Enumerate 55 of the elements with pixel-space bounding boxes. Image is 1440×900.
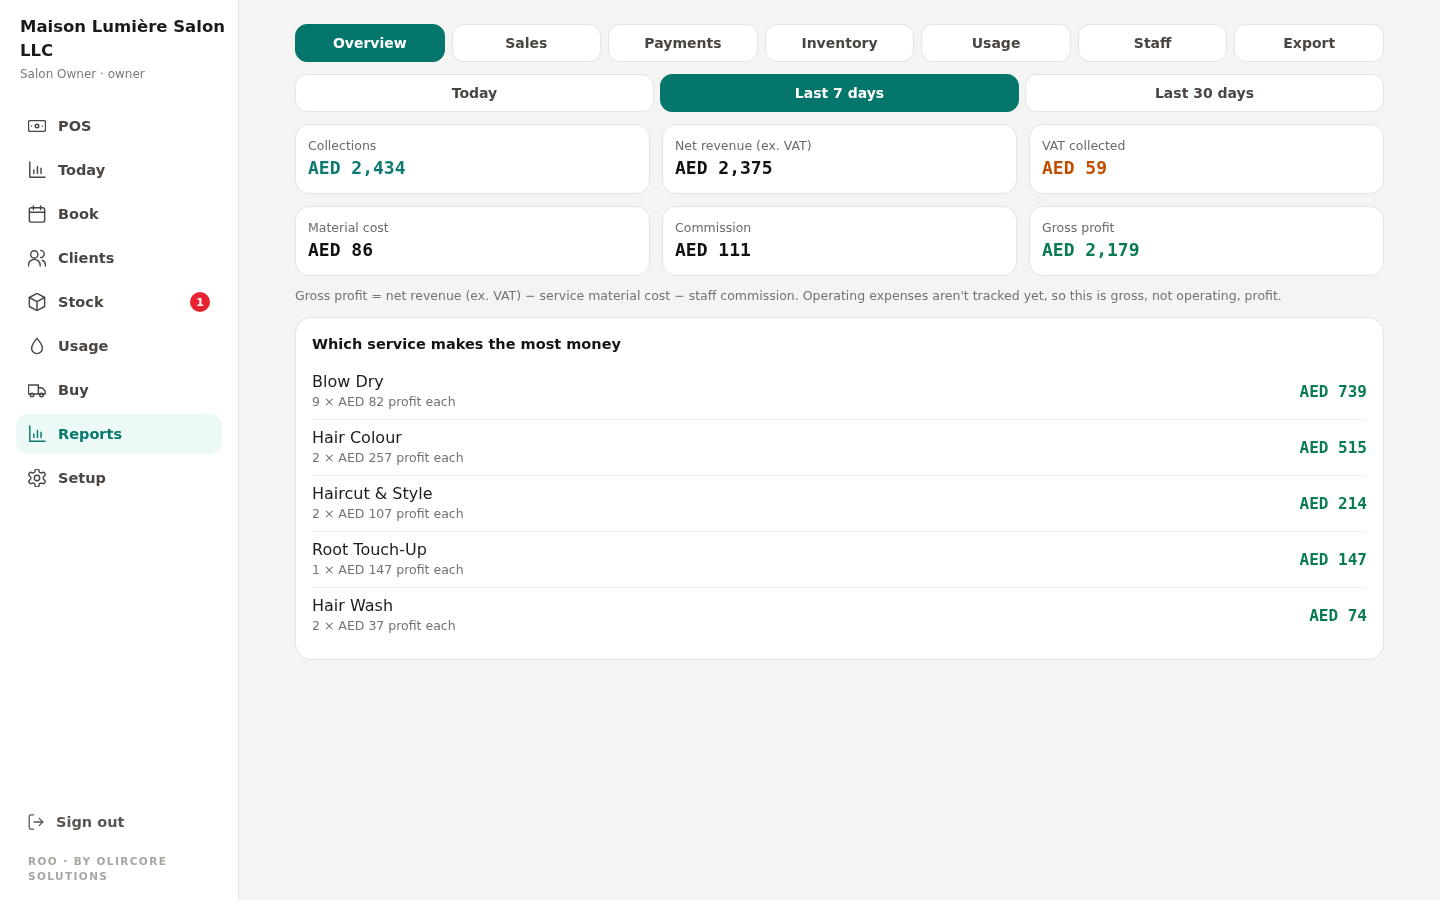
kpi-value: AED 2,375 xyxy=(675,156,774,180)
count-badge: 1 xyxy=(190,292,210,312)
kpi-value: AED 2,179 xyxy=(1042,238,1141,262)
banknote-icon xyxy=(28,117,46,135)
period-tab[interactable]: Today xyxy=(295,74,654,112)
service-detail: 2 × AED 257 profit each xyxy=(312,449,464,467)
service-name: Root Touch-Up xyxy=(312,539,428,561)
period-tab[interactable]: Last 7 days xyxy=(660,74,1019,112)
truck-icon xyxy=(28,381,46,399)
service-detail: 9 × AED 82 profit each xyxy=(312,393,456,411)
tab[interactable]: Usage xyxy=(921,24,1071,62)
service-detail: 1 × AED 147 profit each xyxy=(312,561,464,579)
service-name: Hair Wash xyxy=(312,595,395,617)
footer-credit: ROO · BY OLIRCORE SOLUTIONS xyxy=(27,854,169,884)
service-profit: AED 515 xyxy=(1299,437,1367,457)
kpi-label: Commission xyxy=(675,219,753,237)
cube-icon xyxy=(28,293,46,311)
kpi-label: Net revenue (ex. VAT) xyxy=(675,137,813,155)
kpi-value: AED 59 xyxy=(1042,156,1109,180)
card-title: Which service makes the most money xyxy=(312,335,622,354)
tab[interactable]: Payments xyxy=(608,24,758,62)
kpi-value: AED 2,434 xyxy=(308,156,407,180)
users-icon xyxy=(28,249,46,267)
period-tab[interactable]: Last 30 days xyxy=(1025,74,1384,112)
kpi-value: AED 86 xyxy=(308,238,375,262)
kpi-label: Gross profit xyxy=(1042,219,1116,237)
service-profit: AED 214 xyxy=(1299,493,1367,513)
service-detail: 2 × AED 37 profit each xyxy=(312,617,456,635)
sign-out-icon xyxy=(28,814,44,830)
kpi-label: Material cost xyxy=(308,219,390,237)
nav-item[interactable]: Reports xyxy=(16,414,222,454)
settings-icon xyxy=(28,469,46,487)
service-name: Haircut & Style xyxy=(312,483,434,505)
kpi-value: AED 111 xyxy=(675,238,752,262)
tab[interactable]: Overview xyxy=(295,24,445,62)
service-name: Blow Dry xyxy=(312,371,385,393)
service-name: Hair Colour xyxy=(312,427,403,449)
service-profit: AED 74 xyxy=(1309,605,1367,625)
service-detail: 2 × AED 107 profit each xyxy=(312,505,464,523)
calendar-icon xyxy=(28,205,46,223)
service-profit: AED 739 xyxy=(1299,381,1367,401)
kpi-label: VAT collected xyxy=(1042,137,1127,155)
sign-out-link[interactable]: Sign out xyxy=(16,802,137,842)
tab[interactable]: Inventory xyxy=(764,24,915,62)
service-profit: AED 147 xyxy=(1299,549,1367,569)
user-role: Salon Owner · owner xyxy=(20,66,146,83)
drop-icon xyxy=(28,337,46,355)
kpi-label: Collections xyxy=(308,137,378,155)
bar-chart-icon xyxy=(28,425,46,443)
explanation-note: Gross profit = net revenue (ex. VAT) − service material cost − staff commission. Operating expenses aren't tracked yet, so this is gross, not operating, profit. xyxy=(295,287,1283,305)
tab[interactable]: Export xyxy=(1234,24,1384,62)
business-name: Maison Lumière Salon LLC xyxy=(20,16,226,62)
tab[interactable]: Sales xyxy=(451,24,602,62)
bar-chart-icon xyxy=(28,161,46,179)
tab[interactable]: Staff xyxy=(1077,24,1228,62)
